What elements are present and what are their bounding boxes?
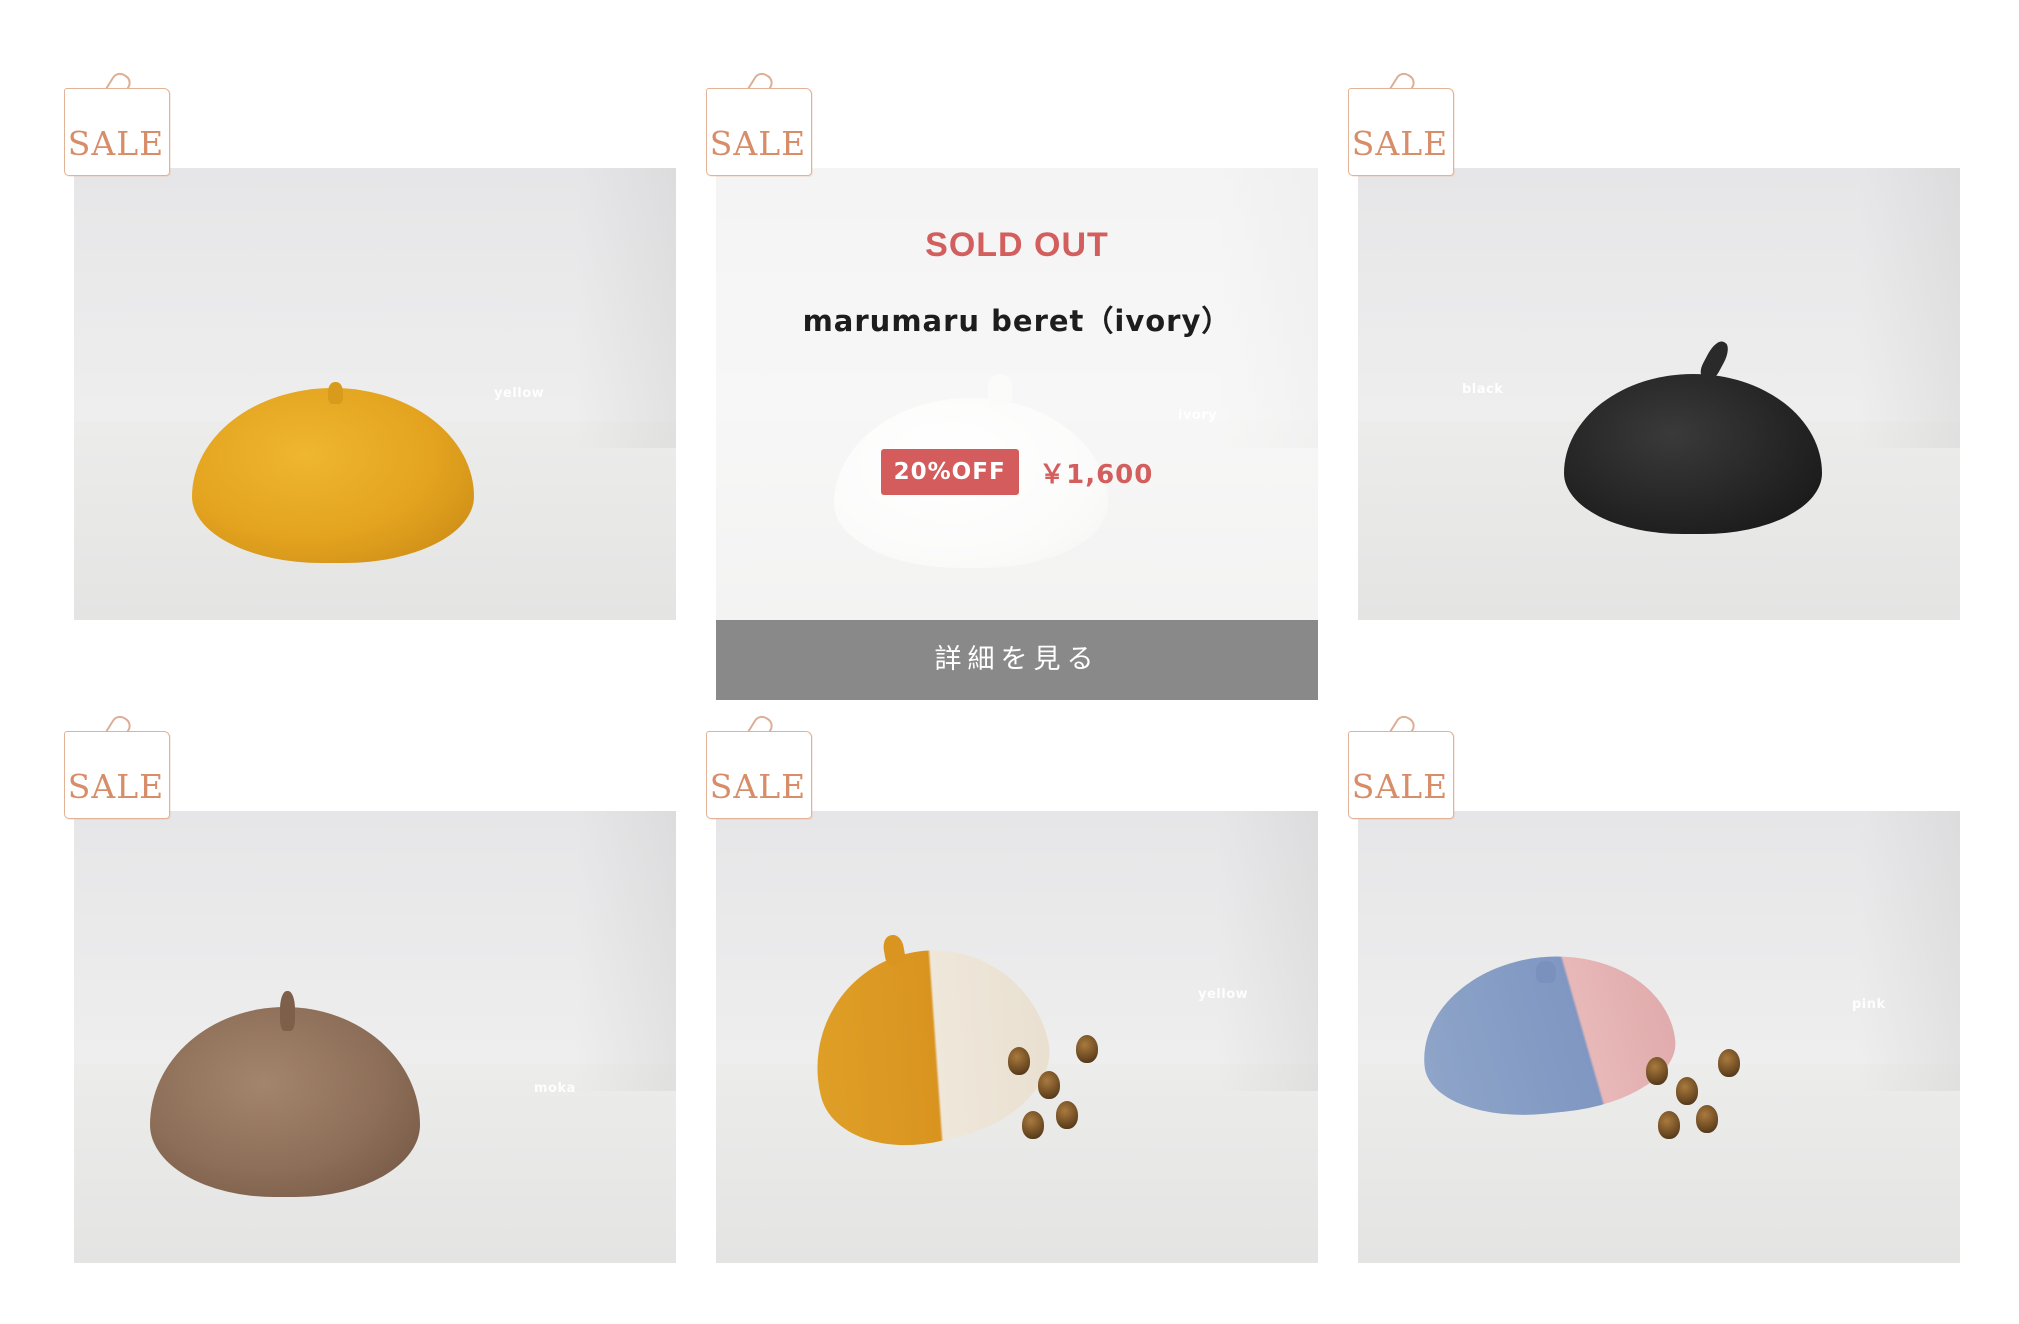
product-overlay: SOLD OUT marumaru beret（ivory） 20%OFF ￥1… [716,168,1318,620]
product-caption: yellow [1198,987,1249,1002]
product-card[interactable]: pink [1358,811,1960,1263]
product-grid: yellow SALE ivory SOLD OUT marumaru bere… [0,0,2019,1324]
acorn [1646,1057,1668,1085]
acorn [1076,1035,1098,1063]
sale-label: SALE [1351,767,1449,806]
sale-tag: SALE [702,712,814,819]
product-image[interactable]: yellow [74,168,676,620]
product-name: marumaru beret（ivory） [802,304,1232,338]
product-caption: pink [1852,997,1886,1012]
sale-tag: SALE [1344,69,1456,176]
sale-tag: SALE [60,712,172,819]
product-card[interactable]: moka [74,811,676,1263]
acorn [1718,1049,1740,1077]
acorn [1658,1111,1680,1139]
sale-label: SALE [67,767,165,806]
product-image[interactable]: black [1358,168,1960,620]
acorn [1022,1111,1044,1139]
product-card[interactable]: yellow [716,811,1318,1263]
sale-label: SALE [67,124,165,163]
acorn [1008,1047,1030,1075]
product-card[interactable]: yellow [74,168,676,620]
acorn [1056,1101,1078,1129]
product-caption: moka [534,1081,576,1096]
product-image[interactable]: ivory SOLD OUT marumaru beret（ivory） 20%… [716,168,1318,620]
sale-label: SALE [1351,124,1449,163]
acorn [1676,1077,1698,1105]
product-caption: black [1462,382,1504,397]
product-card[interactable]: black [1358,168,1960,620]
sale-tag: SALE [60,69,172,176]
sale-label: SALE [709,124,807,163]
product-image[interactable]: yellow [716,811,1318,1263]
acorn [1696,1105,1718,1133]
discount-badge: 20%OFF [880,449,1019,495]
sold-out-label: SOLD OUT [925,226,1109,264]
sale-label: SALE [709,767,807,806]
sale-tag: SALE [1344,712,1456,819]
product-card-hovered[interactable]: ivory SOLD OUT marumaru beret（ivory） 20%… [716,168,1318,700]
sale-tag: SALE [702,69,814,176]
product-image[interactable]: moka [74,811,676,1263]
product-image[interactable]: pink [1358,811,1960,1263]
acorn [1038,1071,1060,1099]
view-details-button[interactable]: 詳細を見る [716,620,1318,700]
product-caption: yellow [494,386,545,401]
price-row: 20%OFF ￥1,600 [716,449,1318,495]
product-price: ￥1,600 [1039,459,1154,490]
